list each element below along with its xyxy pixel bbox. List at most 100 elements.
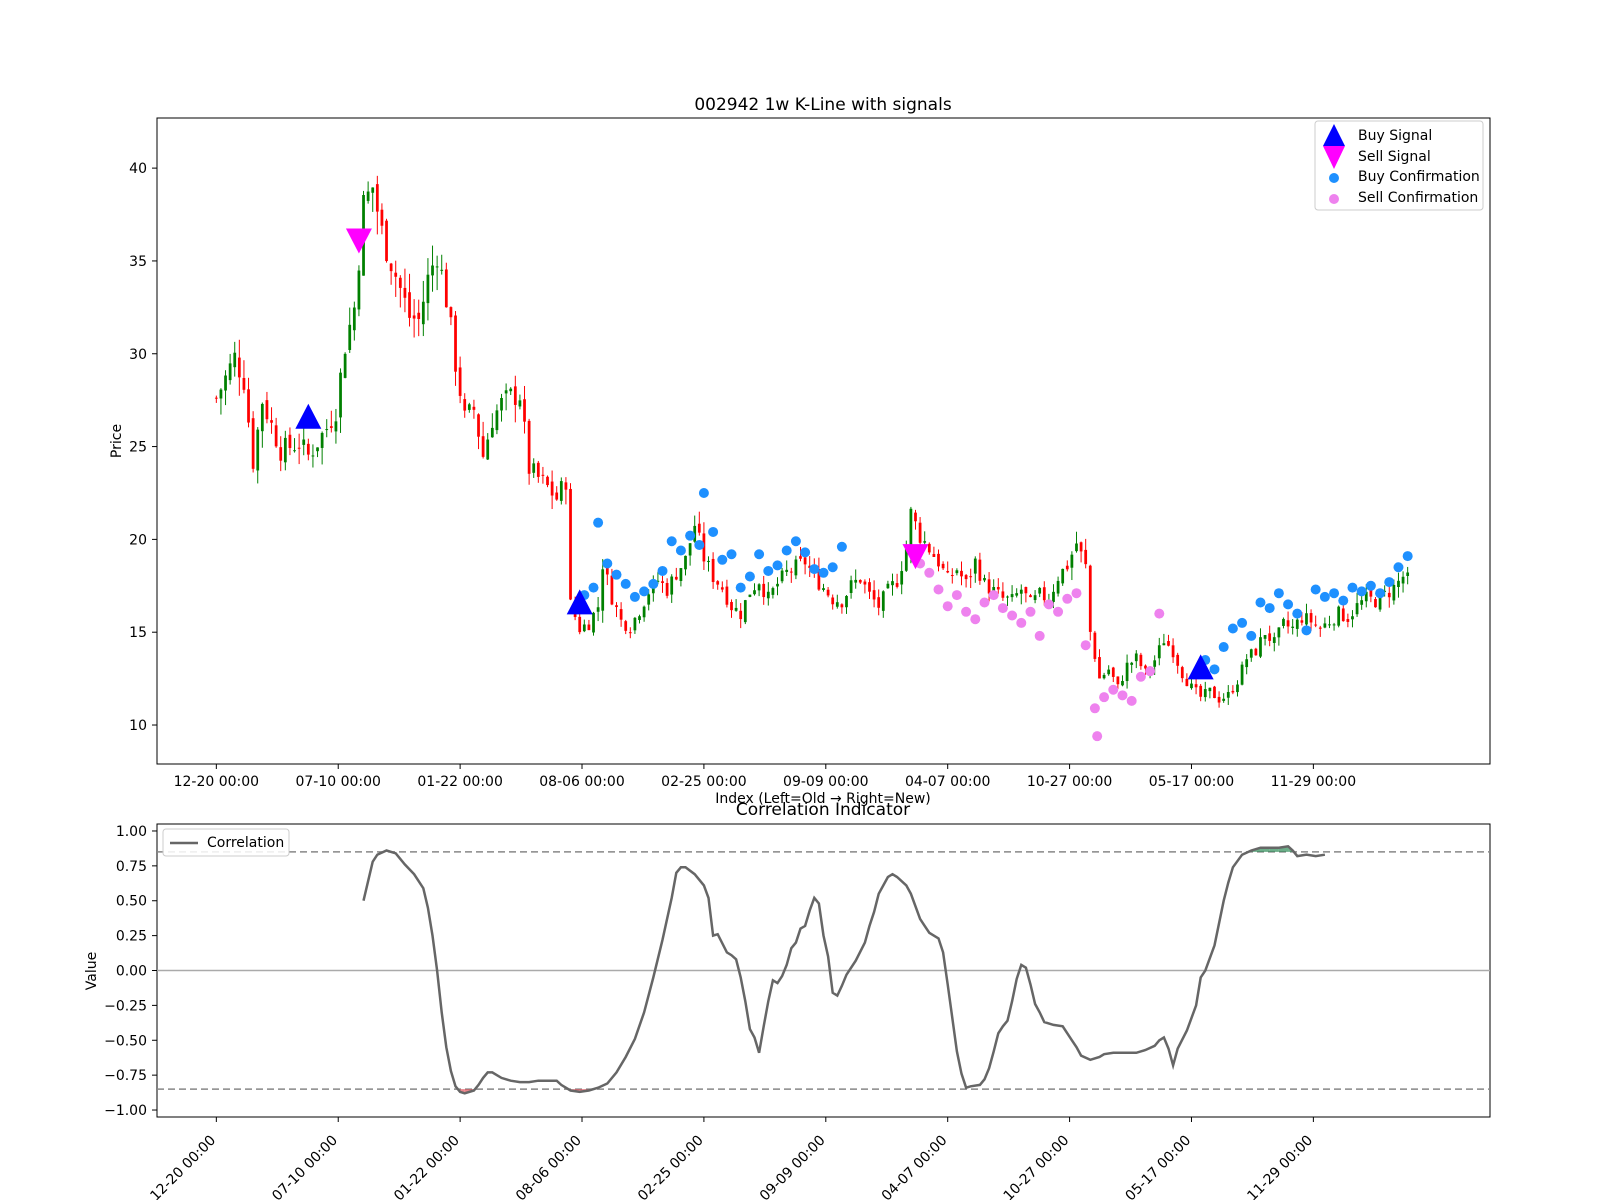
legend-buy-confirmation: Buy Confirmation [1358,169,1480,185]
sell-confirmation-point [961,606,972,617]
correlation-y-tick-label: −0.25 [104,998,147,1014]
candle-body [1240,664,1244,685]
candle-body [1093,632,1097,659]
candle-body [1052,591,1055,602]
candle-body [1351,616,1354,620]
correlation-chart: Correlation Indicator −1.00 −0.75 −0.50 −0.… [84,800,1491,1204]
kline-legend: Buy Signal Sell Signal Buy Confirmation … [1314,120,1484,211]
candle-body [504,390,508,394]
candle-body [371,187,375,193]
candle-body [1318,627,1322,629]
sell-confirmation-point [924,567,935,578]
candle-body [214,397,218,399]
sell-confirmation-point [1080,640,1091,651]
candle-body [872,590,876,600]
candle-body [1236,684,1239,693]
candle-body [435,266,439,268]
kline-y-tick-label: 20 [129,532,147,548]
candle-body [426,274,430,304]
buy-confirmation-point [744,571,755,582]
kline-title: 002942 1w K-Line with signals [694,95,952,115]
sell-confirmation-point [1043,599,1054,610]
candle-body [523,399,526,422]
candle-body [412,315,416,319]
candle-body [343,353,347,378]
candle-body [1019,589,1023,594]
candle-body [1056,580,1060,594]
candle-body [265,400,269,420]
candle-body [1088,565,1092,632]
correlation-x-tick-label: 11-29 00:00 [1244,1133,1316,1200]
buy-confirmation-point [763,565,774,576]
candle-body [578,616,582,633]
candle-body [247,389,250,423]
candle-body [311,455,315,457]
candle-body [927,543,931,553]
candle-body [587,624,591,631]
buy-confirmation-point [1209,664,1220,675]
candle-body [987,579,991,594]
candle-body [776,583,779,587]
candle-body [582,624,586,632]
candle-body [1254,648,1258,656]
candle-body [352,307,356,331]
candle-body [1153,660,1157,667]
buy-confirmation-legend-icon [1329,173,1339,183]
candle-body [527,420,531,474]
correlation-y-tick-label: 0.50 [116,894,147,910]
candle-body [1125,662,1129,682]
kline-chart: 002942 1w K-Line with signals 10 15 20 25 30… [109,95,1491,807]
candle-body [1061,568,1065,584]
candle-body [1309,613,1313,623]
sell-confirmation-legend-icon [1329,194,1339,204]
buy-confirmation-point [593,517,604,528]
candle-body [1199,685,1203,697]
buy-confirmation-point [754,549,765,560]
candle-body [1314,624,1318,626]
kline-y-tick-label: 35 [129,254,147,270]
candle-body [601,569,605,611]
candle-body [734,607,738,611]
kline-plot-frame [156,117,1491,765]
candle-body [495,410,499,431]
candle-body [960,570,963,577]
candle-body [463,399,467,411]
sell-confirmation-point [1034,630,1045,641]
candle-body [1162,643,1166,646]
buy-signal-marker [295,403,322,429]
candle-body [1203,689,1207,698]
sell-confirmation-point [1135,671,1146,682]
candle-body [822,588,825,590]
candle-body [1015,593,1019,596]
buy-confirmation-point [1384,577,1395,588]
candle-body [394,272,398,277]
candle-body [532,463,536,473]
candle-body [1401,576,1405,584]
buy-confirmation-point [1356,586,1367,597]
candle-body [946,571,950,573]
kline-y-tick-label: 30 [129,347,147,363]
candle-body [1369,590,1373,597]
candle-body [334,421,338,432]
candle-body [803,557,807,565]
candle-body [964,575,968,580]
candle-body [1171,645,1175,658]
candle-body [996,586,1000,590]
candle-body [1291,626,1295,628]
candle-body [725,586,729,605]
sell-confirmation-point [951,590,962,601]
candle-body [937,553,940,567]
candle-body [509,388,513,392]
candle-body [546,476,549,486]
candle-body [513,386,517,405]
candle-body [1121,680,1124,686]
legend-correlation: Correlation [207,835,284,851]
candle-body [1392,584,1396,601]
buy-confirmation-point [1283,599,1294,610]
candle-body [481,436,485,457]
candle-body [1300,620,1304,623]
buy-confirmation-point [685,530,696,541]
candle-body [366,191,370,201]
candle-body [642,606,646,618]
candle-body [1226,691,1230,698]
